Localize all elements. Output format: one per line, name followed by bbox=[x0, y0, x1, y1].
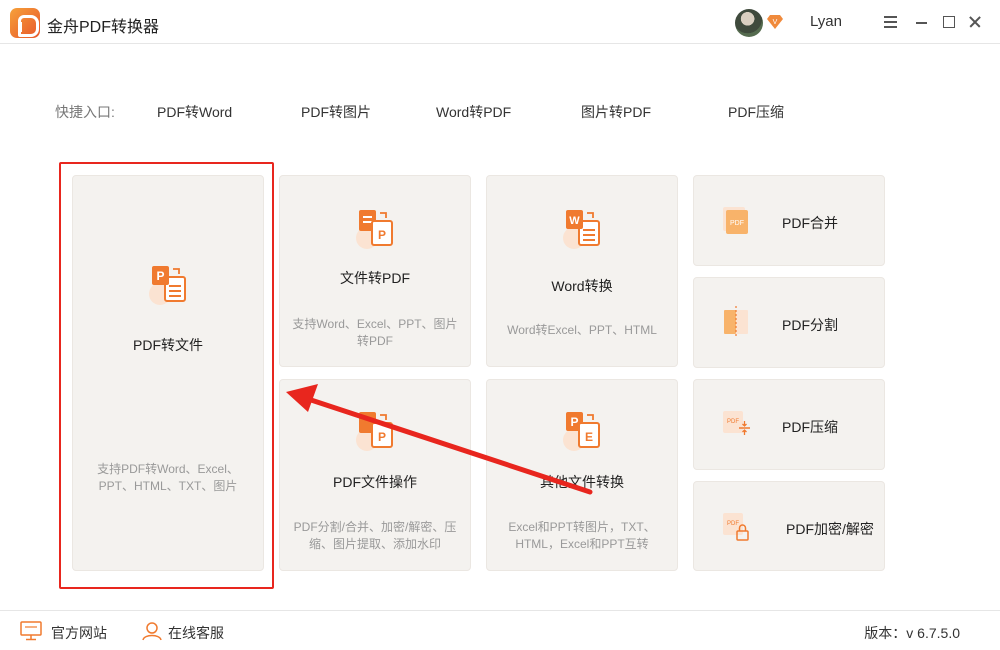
svg-text:PDF: PDF bbox=[727, 419, 739, 425]
minimize-icon[interactable] bbox=[913, 14, 931, 30]
app-title: 金舟PDF转换器 bbox=[47, 19, 160, 36]
quick-link-pdf-to-image[interactable]: PDF转图片 bbox=[301, 102, 371, 122]
maximize-icon[interactable] bbox=[940, 14, 958, 30]
pdf-operations-icon: P bbox=[356, 412, 393, 451]
online-service-link[interactable]: 在线客服 bbox=[168, 623, 224, 643]
quick-link-image-to-pdf[interactable]: 图片转PDF bbox=[581, 102, 651, 122]
card-pdf-compress[interactable]: PDF PDF压缩 bbox=[693, 379, 885, 470]
other-convert-icon: P E bbox=[563, 412, 600, 451]
svg-text:P: P bbox=[156, 269, 164, 283]
card-title: PDF合并 bbox=[782, 215, 838, 231]
monitor-icon bbox=[20, 621, 42, 641]
card-desc: 支持PDF转Word、Excel、PPT、HTML、TXT、图片 bbox=[97, 462, 239, 493]
svg-text:E: E bbox=[585, 430, 593, 444]
svg-text:P: P bbox=[378, 430, 386, 444]
file-to-pdf-icon: P bbox=[356, 210, 393, 249]
pdf-merge-icon: PDF bbox=[723, 207, 748, 234]
card-title: PDF转文件 bbox=[133, 337, 203, 353]
svg-text:PDF: PDF bbox=[730, 220, 744, 227]
user-service-icon bbox=[142, 622, 162, 641]
quick-link-pdf-to-word[interactable]: PDF转Word bbox=[157, 102, 232, 122]
avatar[interactable] bbox=[735, 9, 763, 37]
pdf-split-icon bbox=[724, 306, 748, 338]
card-desc: Excel和PPT转图片，TXT、HTML，Excel和PPT互转 bbox=[508, 520, 656, 551]
card-desc: Word转Excel、PPT、HTML bbox=[507, 323, 657, 337]
card-pdf-to-file[interactable]: P PDF转文件 支持PDF转Word、Excel、PPT、HTML、TXT、图… bbox=[72, 175, 264, 571]
card-file-to-pdf[interactable]: P 文件转PDF 支持Word、Excel、PPT、图片转PDF bbox=[279, 175, 471, 367]
card-other-convert[interactable]: P E 其他文件转换 Excel和PPT转图片，TXT、HTML，Excel和P… bbox=[486, 379, 678, 571]
card-title: PDF分割 bbox=[782, 317, 838, 333]
svg-text:W: W bbox=[569, 215, 580, 227]
footer: 官方网站 在线客服 版本：v 6.7.5.0 bbox=[0, 610, 1000, 650]
card-title: PDF加密/解密 bbox=[786, 521, 874, 537]
pdf-compress-icon: PDF bbox=[723, 411, 750, 435]
svg-text:P: P bbox=[378, 228, 386, 242]
title-bar: 金舟PDF转换器 V Lyan bbox=[0, 0, 1000, 44]
card-title: PDF压缩 bbox=[782, 419, 838, 435]
app-logo-icon bbox=[10, 8, 40, 38]
close-icon[interactable] bbox=[967, 14, 985, 30]
svg-text:V: V bbox=[773, 19, 778, 26]
card-title: PDF文件操作 bbox=[333, 474, 417, 490]
card-pdf-operations[interactable]: P PDF文件操作 PDF分割/合并、加密/解密、压缩、图片提取、添加水印 bbox=[279, 379, 471, 571]
card-title: 其他文件转换 bbox=[540, 474, 624, 490]
vip-badge-icon[interactable]: V bbox=[767, 15, 783, 29]
card-pdf-merge[interactable]: PDF PDF合并 bbox=[693, 175, 885, 266]
user-name[interactable]: Lyan bbox=[810, 13, 842, 30]
official-site-link[interactable]: 官方网站 bbox=[51, 623, 107, 643]
card-title: Word转换 bbox=[551, 278, 613, 294]
svg-text:P: P bbox=[570, 415, 578, 429]
card-pdf-split[interactable]: PDF分割 bbox=[693, 277, 885, 368]
quick-entry-label: 快捷入口: bbox=[55, 104, 115, 120]
pdf-encrypt-icon: PDF bbox=[723, 513, 749, 541]
version-label: 版本：v 6.7.5.0 bbox=[864, 625, 960, 641]
pdf-to-file-icon: P bbox=[149, 266, 186, 305]
card-word-convert[interactable]: W Word转换 Word转Excel、PPT、HTML bbox=[486, 175, 678, 367]
quick-link-pdf-compress[interactable]: PDF压缩 bbox=[728, 102, 784, 122]
quick-link-word-to-pdf[interactable]: Word转PDF bbox=[436, 102, 511, 122]
card-title: 文件转PDF bbox=[340, 270, 410, 286]
svg-text:PDF: PDF bbox=[727, 521, 739, 527]
menu-icon[interactable] bbox=[882, 14, 900, 30]
card-desc: 支持Word、Excel、PPT、图片转PDF bbox=[292, 317, 458, 348]
card-desc: PDF分割/合并、加密/解密、压缩、图片提取、添加水印 bbox=[293, 520, 457, 551]
word-convert-icon: W bbox=[563, 210, 600, 249]
card-pdf-encrypt[interactable]: PDF PDF加密/解密 bbox=[693, 481, 885, 571]
